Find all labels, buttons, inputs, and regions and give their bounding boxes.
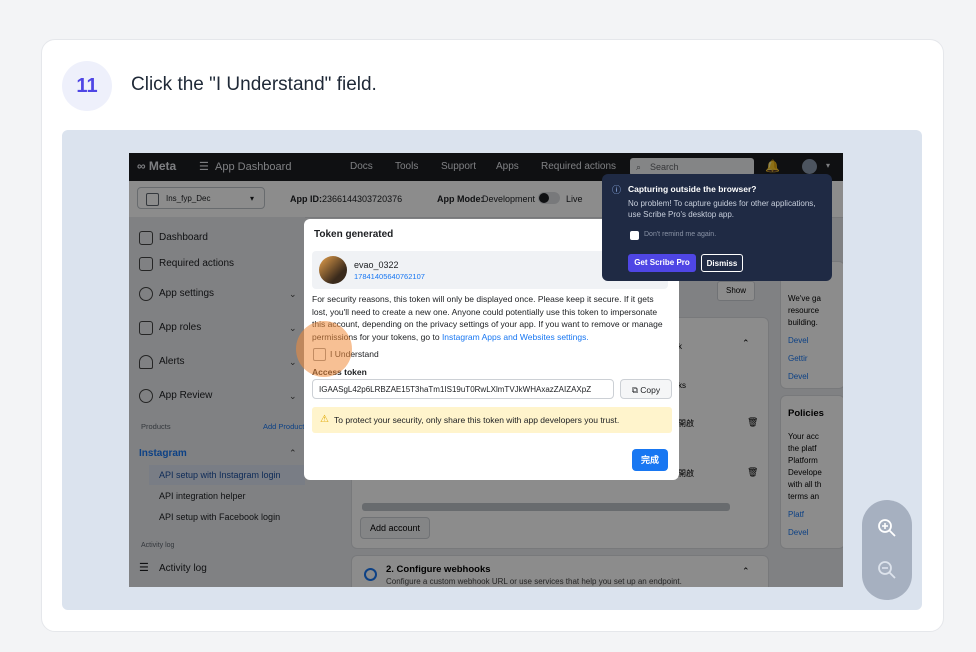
scribe-popup-title: Capturing outside the browser? <box>628 184 757 194</box>
security-notice: ⚠ To protect your security, only share t… <box>312 407 672 433</box>
copy-label: Copy <box>640 385 661 395</box>
scribe-popup-body: No problem! To capture guides for other … <box>628 199 816 219</box>
username: evao_0322 <box>354 260 399 270</box>
get-scribe-pro-button[interactable]: Get Scribe Pro <box>628 254 696 272</box>
zoom-in-icon[interactable] <box>877 518 897 538</box>
security-notice-text: To protect your security, only share thi… <box>334 415 620 425</box>
zoom-controls <box>862 500 912 600</box>
dont-remind-label[interactable]: Don't remind me again. <box>644 231 716 238</box>
user-avatar <box>319 256 347 284</box>
user-id: 17841405640762107 <box>354 272 425 281</box>
access-token-field[interactable]: IGAASgL42p6LRBZAE15T3haTm1IS19uT0RwLXlmT… <box>312 379 614 399</box>
warning-icon: ⚠ <box>320 414 329 425</box>
security-message: For security reasons, this token will on… <box>312 293 668 343</box>
click-target-highlight <box>296 321 352 377</box>
copy-button[interactable]: ⧉ Copy <box>620 379 672 399</box>
zoom-out-icon[interactable] <box>877 560 897 580</box>
dialog-title: Token generated <box>314 229 394 240</box>
dont-remind-checkbox[interactable] <box>630 231 639 240</box>
info-icon: ⓘ <box>612 185 622 195</box>
screenshot: ∞ Meta ☰ App Dashboard Docs Tools Suppor… <box>129 153 843 587</box>
scribe-popup: ⓘ Capturing outside the browser? No prob… <box>602 174 832 281</box>
instagram-settings-link[interactable]: Instagram Apps and Websites settings. <box>442 332 589 342</box>
dismiss-button[interactable]: Dismiss <box>701 254 743 272</box>
copy-icon: ⧉ <box>631 385 638 395</box>
step-title: Click the "I Understand" field. <box>131 74 377 95</box>
done-button[interactable]: 完成 <box>632 449 668 471</box>
step-number-badge: 11 <box>62 61 112 111</box>
